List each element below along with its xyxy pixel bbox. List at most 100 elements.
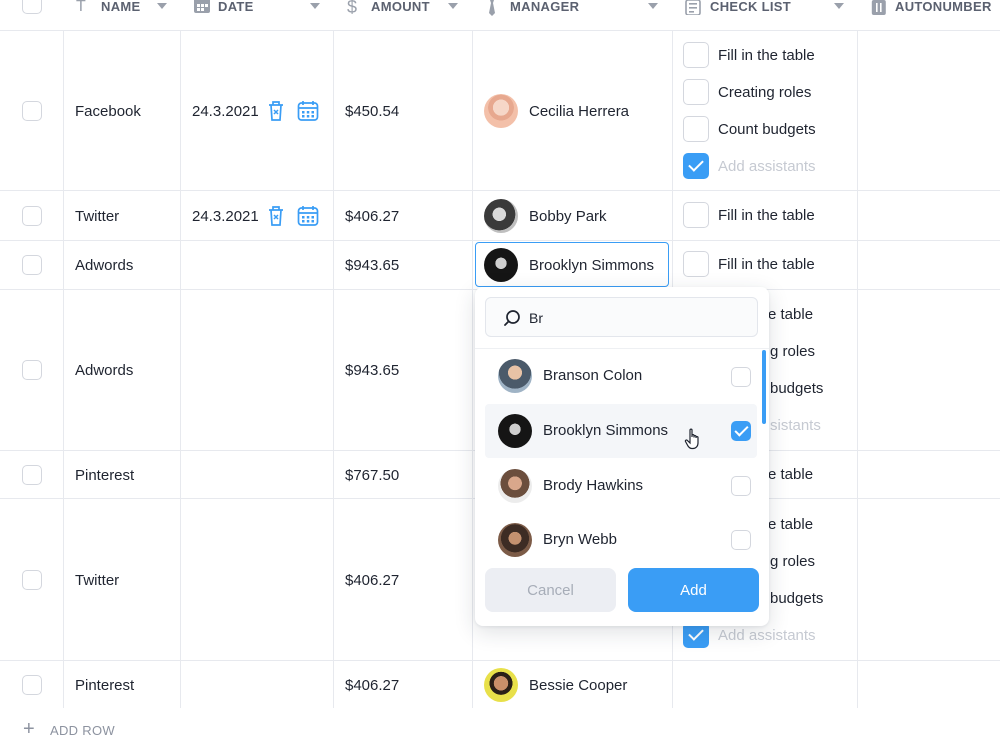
option-checkbox[interactable] <box>731 530 751 550</box>
option-name: Bryn Webb <box>543 531 617 548</box>
option-brooklyn-simmons[interactable]: Brooklyn Simmons <box>485 404 757 458</box>
row-checkbox[interactable] <box>22 101 42 121</box>
column-header-manager[interactable]: MANAGER <box>472 0 672 30</box>
row-checkbox[interactable] <box>22 360 42 380</box>
avatar <box>484 94 518 128</box>
checklist-item: Creating roles <box>718 84 812 101</box>
checklist-item: e table <box>768 516 814 533</box>
row-amount[interactable]: $450.54 <box>345 103 399 120</box>
row-checkbox[interactable] <box>22 570 42 590</box>
row-name[interactable]: Pinterest <box>75 467 134 484</box>
checklist-checkbox[interactable] <box>683 116 709 142</box>
option-bryn-webb[interactable]: Bryn Webb <box>485 513 757 567</box>
checklist-item: e table <box>768 306 814 323</box>
row-manager[interactable]: Bessie Cooper <box>529 677 627 694</box>
checklist-checkbox[interactable] <box>683 202 709 228</box>
row-amount[interactable]: $943.65 <box>345 257 399 274</box>
row-checkbox[interactable] <box>22 675 42 695</box>
select-all-checkbox[interactable] <box>22 0 42 14</box>
column-header-autonumber[interactable]: AUTONUMBER <box>857 0 1000 30</box>
row-date[interactable]: 24.3.2021 <box>192 208 259 225</box>
cancel-button[interactable]: Cancel <box>485 568 616 612</box>
column-label: AMOUNT <box>371 0 430 14</box>
add-row-label: ADD ROW <box>50 723 115 738</box>
column-header-name[interactable]: T NAME <box>63 0 180 30</box>
list-icon <box>685 0 701 15</box>
avatar <box>498 469 532 503</box>
checklist-item: Count budgets <box>718 121 816 138</box>
row-manager[interactable]: Brooklyn Simmons <box>529 257 654 274</box>
calendar-icon <box>194 0 210 13</box>
row-amount[interactable]: $406.27 <box>345 677 399 694</box>
checklist-item: budgets <box>770 380 824 397</box>
row-manager[interactable]: Cecilia Herrera <box>529 103 629 120</box>
option-checkbox[interactable] <box>731 367 751 387</box>
text-icon: T <box>76 0 86 15</box>
row-checkbox[interactable] <box>22 255 42 275</box>
checklist-checkbox[interactable] <box>683 42 709 68</box>
option-name: Brody Hawkins <box>543 477 644 494</box>
avatar <box>498 523 532 557</box>
number-icon <box>871 0 886 15</box>
column-label: DATE <box>218 0 254 14</box>
checklist-checkbox[interactable] <box>683 79 709 105</box>
checklist-item: Fill in the table <box>718 207 815 224</box>
row-name[interactable]: Twitter <box>75 572 119 589</box>
avatar <box>484 248 518 282</box>
column-label: AUTONUMBER <box>895 0 992 14</box>
avatar <box>484 668 518 702</box>
row-checkbox[interactable] <box>22 206 42 226</box>
calendar-icon[interactable] <box>297 100 319 122</box>
plus-icon: + <box>23 718 35 740</box>
column-header-checklist[interactable]: CHECK LIST <box>672 0 857 30</box>
option-name: Brooklyn Simmons <box>543 422 669 439</box>
row-name[interactable]: Adwords <box>75 257 133 274</box>
row-amount[interactable]: $406.27 <box>345 208 399 225</box>
checklist-item: Add assistants <box>718 627 816 644</box>
avatar <box>484 199 518 233</box>
chevron-down-icon[interactable] <box>157 3 167 9</box>
hand-pointer-icon <box>684 428 699 450</box>
row-date[interactable]: 24.3.2021 <box>192 103 259 120</box>
option-checkbox[interactable] <box>731 421 751 441</box>
checklist-checkbox[interactable] <box>683 251 709 277</box>
chevron-down-icon[interactable] <box>834 3 844 9</box>
checklist-item: sistants <box>770 417 821 434</box>
trash-icon[interactable] <box>266 205 286 227</box>
avatar <box>498 359 532 393</box>
manager-picker-dropdown: Br Branson Colon Brooklyn Simmons Brody … <box>475 287 769 626</box>
table-header: T NAME DATE $ AMOUNT MANAGER CHECK LIST <box>0 0 1000 30</box>
search-input[interactable]: Br <box>485 297 758 337</box>
add-button[interactable]: Add <box>628 568 759 612</box>
row-name[interactable]: Adwords <box>75 362 133 379</box>
checklist-item: g roles <box>770 343 816 360</box>
trash-icon[interactable] <box>266 100 286 122</box>
tie-icon <box>489 0 495 16</box>
add-row-bar[interactable]: + ADD ROW <box>0 708 1000 750</box>
row-amount[interactable]: $943.65 <box>345 362 399 379</box>
chevron-down-icon[interactable] <box>310 3 320 9</box>
row-manager[interactable]: Bobby Park <box>529 208 607 225</box>
option-branson-colon[interactable]: Branson Colon <box>485 349 757 403</box>
column-header-amount[interactable]: $ AMOUNT <box>333 0 472 30</box>
row-amount[interactable]: $767.50 <box>345 467 399 484</box>
column-header-date[interactable]: DATE <box>180 0 333 30</box>
search-value: Br <box>529 310 543 326</box>
checklist-item: g roles <box>770 553 816 570</box>
calendar-icon[interactable] <box>297 205 319 227</box>
checklist-item: Add assistants <box>718 158 816 175</box>
row-name[interactable]: Pinterest <box>75 677 134 694</box>
checklist-checkbox[interactable] <box>683 153 709 179</box>
row-checkbox[interactable] <box>22 465 42 485</box>
row-name[interactable]: Facebook <box>75 103 141 120</box>
chevron-down-icon[interactable] <box>448 3 458 9</box>
row-amount[interactable]: $406.27 <box>345 572 399 589</box>
checklist-item: Fill in the table <box>718 256 815 273</box>
scrollbar[interactable] <box>762 350 766 424</box>
option-brody-hawkins[interactable]: Brody Hawkins <box>485 459 757 513</box>
option-checkbox[interactable] <box>731 476 751 496</box>
search-icon <box>504 310 520 326</box>
column-label: NAME <box>101 0 141 14</box>
row-name[interactable]: Twitter <box>75 208 119 225</box>
chevron-down-icon[interactable] <box>648 3 658 9</box>
